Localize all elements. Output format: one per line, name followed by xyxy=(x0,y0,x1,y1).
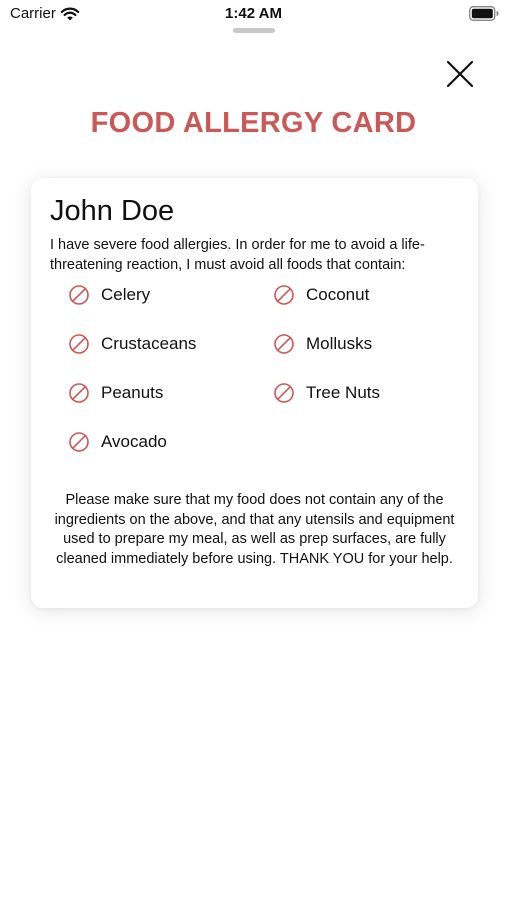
allergen-label: Celery xyxy=(101,285,151,304)
allergen-label: Peanuts xyxy=(101,383,164,402)
prohibited-icon xyxy=(69,285,89,305)
allergen-label: Avocado xyxy=(101,432,167,451)
allergy-card: John Doe I have severe food allergies. I… xyxy=(31,178,478,608)
page-title: FOOD ALLERGY CARD xyxy=(90,107,417,139)
allergen-item: Crustaceans xyxy=(68,333,196,355)
prohibited-icon xyxy=(274,285,294,305)
prohibited-icon xyxy=(69,383,89,403)
intro-text: I have severe food allergies. In order f… xyxy=(50,237,425,273)
allergen-item: Avocado xyxy=(68,431,167,453)
close-icon[interactable] xyxy=(444,58,476,90)
allergen-label: Mollusks xyxy=(306,334,373,353)
prohibited-icon xyxy=(274,383,294,403)
sheet-grabber[interactable] xyxy=(233,28,275,33)
allergen-label: Crustaceans xyxy=(101,334,197,353)
allergen-item: Peanuts xyxy=(68,382,163,404)
status-bar: Carrier 1:42 AM xyxy=(0,0,507,30)
allergen-item: Tree Nuts xyxy=(273,382,380,404)
prohibited-icon xyxy=(69,334,89,354)
allergen-item: Mollusks xyxy=(273,333,372,355)
closing-text: Please make sure that my food does not c… xyxy=(54,492,455,567)
allergen-label: Tree Nuts xyxy=(306,383,381,402)
person-name: John Doe xyxy=(50,195,175,227)
allergen-label: Coconut xyxy=(306,285,370,304)
status-time: 1:42 AM xyxy=(225,5,282,22)
allergen-item: Celery xyxy=(68,284,150,306)
allergen-item: Coconut xyxy=(273,284,369,306)
prohibited-icon xyxy=(69,432,89,452)
prohibited-icon xyxy=(274,334,294,354)
battery-icon xyxy=(469,6,499,21)
